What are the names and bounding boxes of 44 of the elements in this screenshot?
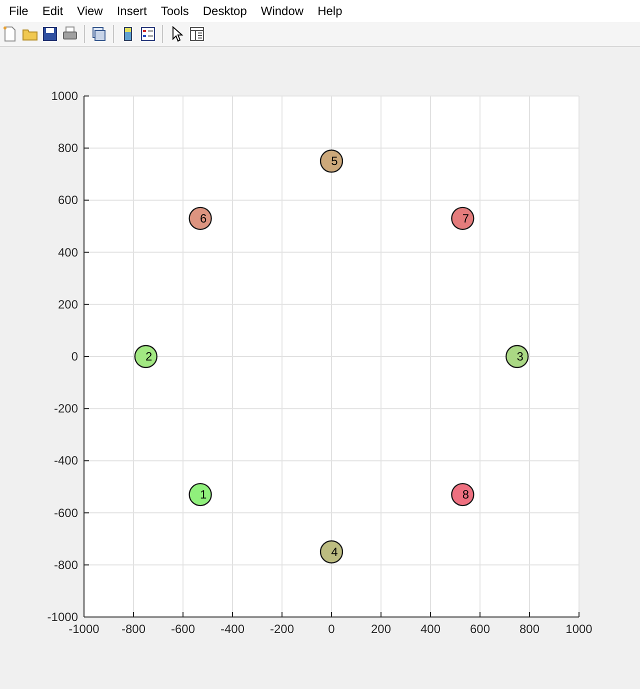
y-tick-label: 1000 xyxy=(51,89,78,103)
legend-icon[interactable] xyxy=(140,26,156,42)
x-tick-label: 0 xyxy=(328,622,335,636)
printer-icon[interactable] xyxy=(62,26,78,42)
menu-item[interactable]: Desktop xyxy=(196,4,254,18)
x-tick-label: -1000 xyxy=(68,622,100,636)
save-icon[interactable] xyxy=(42,26,58,42)
property-panel-icon[interactable] xyxy=(189,26,205,42)
menu-item[interactable]: Window xyxy=(254,4,311,18)
menu-item[interactable]: Edit xyxy=(35,4,70,18)
point-label: 4 xyxy=(331,544,338,559)
menu-item[interactable]: Tools xyxy=(154,4,196,18)
print-preview-icon[interactable] xyxy=(91,26,107,42)
y-tick-label: 200 xyxy=(58,297,78,312)
point-label: 5 xyxy=(331,154,338,168)
y-tick-label: 0 xyxy=(71,350,78,364)
x-tick-label: -400 xyxy=(220,622,245,636)
menu-item[interactable]: File xyxy=(2,4,36,18)
point-label: 7 xyxy=(462,211,470,226)
x-tick-label: -600 xyxy=(170,622,196,636)
menu-item[interactable]: Insert xyxy=(110,4,154,18)
y-tick-label: 400 xyxy=(58,245,78,260)
x-tick-label: -200 xyxy=(270,622,294,636)
y-tick-label: -800 xyxy=(54,558,78,572)
x-tick-label: 1000 xyxy=(566,622,592,636)
y-tick-label: 600 xyxy=(58,193,78,208)
point-label: 2 xyxy=(146,350,152,364)
y-tick-label: -400 xyxy=(54,454,78,468)
x-tick-label: 600 xyxy=(470,622,490,636)
y-tick-label: 800 xyxy=(58,141,78,156)
y-tick-label: -200 xyxy=(54,402,78,416)
menu-item[interactable]: View xyxy=(70,4,110,18)
x-tick-label: 800 xyxy=(519,622,540,636)
x-tick-label: -800 xyxy=(121,622,146,636)
point-label: 1 xyxy=(200,488,207,502)
menu-item[interactable]: Help xyxy=(310,4,350,18)
y-tick-label: -1000 xyxy=(47,610,78,624)
x-tick-label: 200 xyxy=(370,622,392,636)
x-tick-label: 400 xyxy=(420,622,441,636)
point-label: 8 xyxy=(462,488,470,502)
point-label: 6 xyxy=(200,211,207,226)
new-file-icon[interactable] xyxy=(2,26,18,42)
y-tick-label: -600 xyxy=(54,506,78,520)
point-label: 3 xyxy=(516,350,524,364)
